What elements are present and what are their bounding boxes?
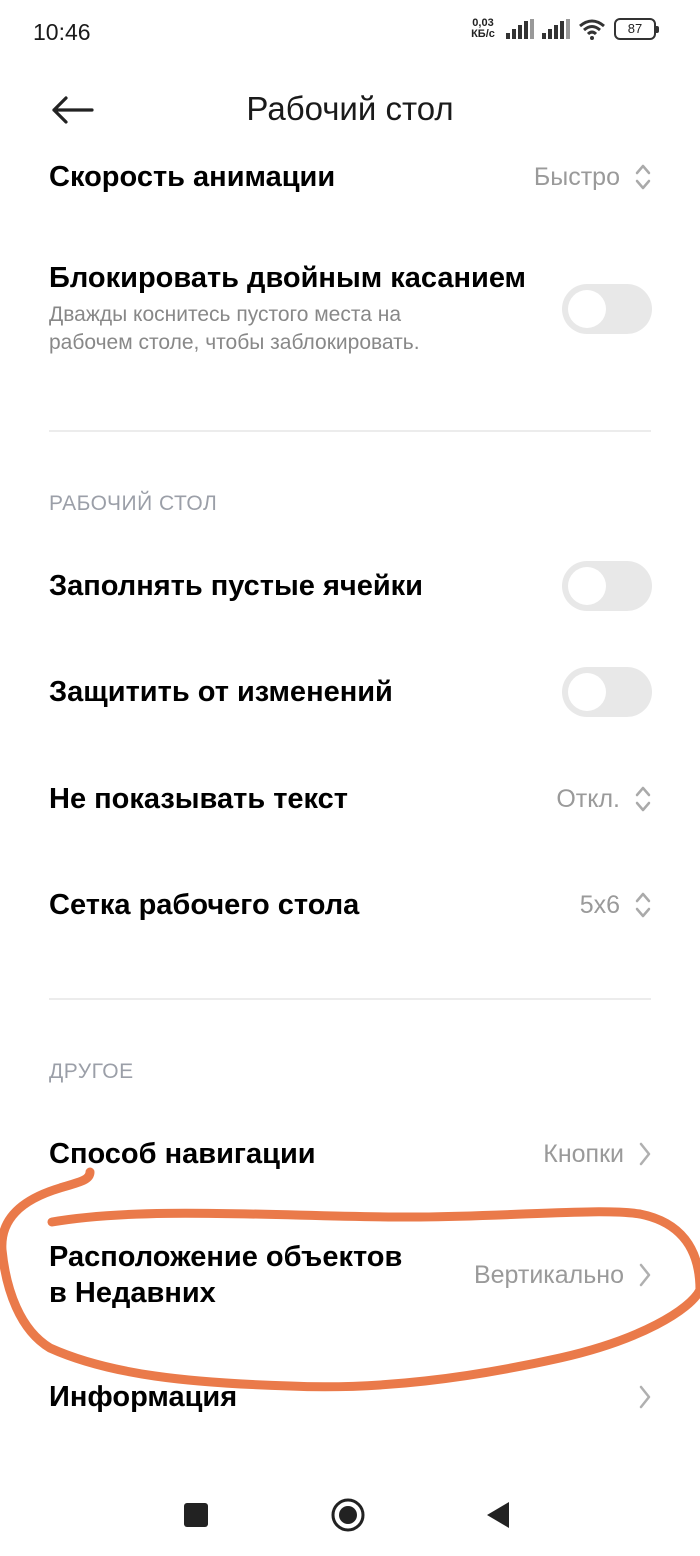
- triangle-left-icon: [487, 1502, 509, 1528]
- status-time: 10:46: [33, 19, 91, 45]
- header: Рабочий стол: [0, 70, 700, 150]
- setting-desktop-grid[interactable]: Сетка рабочего стола 5x6: [49, 880, 652, 930]
- setting-label: Сетка рабочего стола: [49, 889, 360, 921]
- setting-info[interactable]: Информация: [49, 1372, 652, 1422]
- setting-label: Не показывать текст: [49, 783, 348, 815]
- setting-value: Вертикально: [473, 1260, 624, 1289]
- setting-description-line: Дважды коснитесь пустого места на: [49, 303, 402, 326]
- setting-value-group: Кнопки: [543, 1140, 652, 1169]
- toggle-knob: [568, 673, 606, 711]
- setting-label: Информация: [49, 1381, 238, 1413]
- setting-text-group: Блокировать двойным касанием Дважды косн…: [49, 260, 526, 358]
- status-bar: 10:46 0,03 КБ/с 87: [0, 0, 700, 66]
- wifi-icon: [579, 19, 605, 40]
- toggle-knob: [568, 567, 606, 605]
- network-speed-unit: КБ/с: [471, 28, 495, 40]
- toggle-knob: [568, 290, 606, 328]
- setting-protect-changes[interactable]: Защитить от изменений: [49, 666, 652, 718]
- setting-label: Скорость анимации: [49, 161, 336, 193]
- page-title: Рабочий стол: [246, 90, 454, 127]
- nav-home-button[interactable]: [323, 1490, 373, 1540]
- protect-changes-toggle[interactable]: [562, 667, 652, 717]
- status-icons: 0,03 КБ/с 87: [468, 18, 659, 40]
- setting-value-group: 5x6: [580, 891, 652, 920]
- square-icon: [184, 1503, 208, 1527]
- nav-recents-button[interactable]: [171, 1490, 221, 1540]
- setting-description-line: рабочем столе, чтобы заблокировать.: [49, 331, 420, 354]
- up-down-chevron-icon: [635, 892, 651, 918]
- section-header-desktop: РАБОЧИЙ СТОЛ: [49, 492, 218, 515]
- circle-icon: [331, 1498, 365, 1532]
- setting-label-line: в Недавних: [49, 1277, 216, 1309]
- double-tap-lock-toggle[interactable]: [562, 284, 652, 334]
- setting-value-group: Откл.: [556, 785, 652, 814]
- setting-value-group: Быстро: [534, 163, 652, 192]
- setting-label-line: Расположение объектов: [49, 1241, 403, 1273]
- setting-value: Откл.: [556, 784, 620, 813]
- section-header-other: ДРУГОЕ: [49, 1060, 134, 1083]
- setting-value: Кнопки: [543, 1139, 624, 1168]
- chevron-right-icon: [639, 1142, 651, 1166]
- setting-fill-empty-cells[interactable]: Заполнять пустые ячейки: [49, 560, 652, 612]
- signal-icon: [542, 19, 570, 39]
- up-down-chevron-icon: [635, 786, 651, 812]
- setting-label: Расположение объектов в Недавних: [49, 1239, 402, 1311]
- setting-label: Способ навигации: [49, 1138, 316, 1170]
- setting-navigation-method[interactable]: Способ навигации Кнопки: [49, 1129, 652, 1179]
- setting-hide-text[interactable]: Не показывать текст Откл.: [49, 774, 652, 824]
- chevron-right-icon: [639, 1263, 651, 1287]
- setting-label: Блокировать двойным касанием: [49, 262, 527, 294]
- signal-icon: [506, 19, 534, 39]
- fill-empty-cells-toggle[interactable]: [562, 561, 652, 611]
- system-navigation-bar: [0, 1470, 700, 1556]
- setting-value: 5x6: [579, 890, 620, 919]
- setting-value-group: Вертикально: [474, 1261, 652, 1290]
- setting-label: Заполнять пустые ячейки: [49, 570, 424, 602]
- nav-back-button[interactable]: [473, 1490, 523, 1540]
- up-down-chevron-icon: [635, 164, 651, 190]
- divider: [49, 998, 651, 1000]
- network-speed: 0,03 КБ/с: [468, 18, 498, 40]
- setting-animation-speed[interactable]: Скорость анимации Быстро: [49, 152, 652, 202]
- setting-recents-layout[interactable]: Расположение объектов в Недавних Вертика…: [49, 1236, 652, 1314]
- battery-indicator: 87: [614, 18, 659, 40]
- setting-value: Быстро: [533, 162, 620, 191]
- setting-label: Защитить от изменений: [49, 676, 393, 708]
- setting-double-tap-lock[interactable]: Блокировать двойным касанием Дважды косн…: [49, 260, 652, 360]
- divider: [49, 430, 651, 432]
- chevron-right-icon: [639, 1385, 651, 1409]
- setting-description: Дважды коснитесь пустого места на рабоче…: [49, 300, 526, 358]
